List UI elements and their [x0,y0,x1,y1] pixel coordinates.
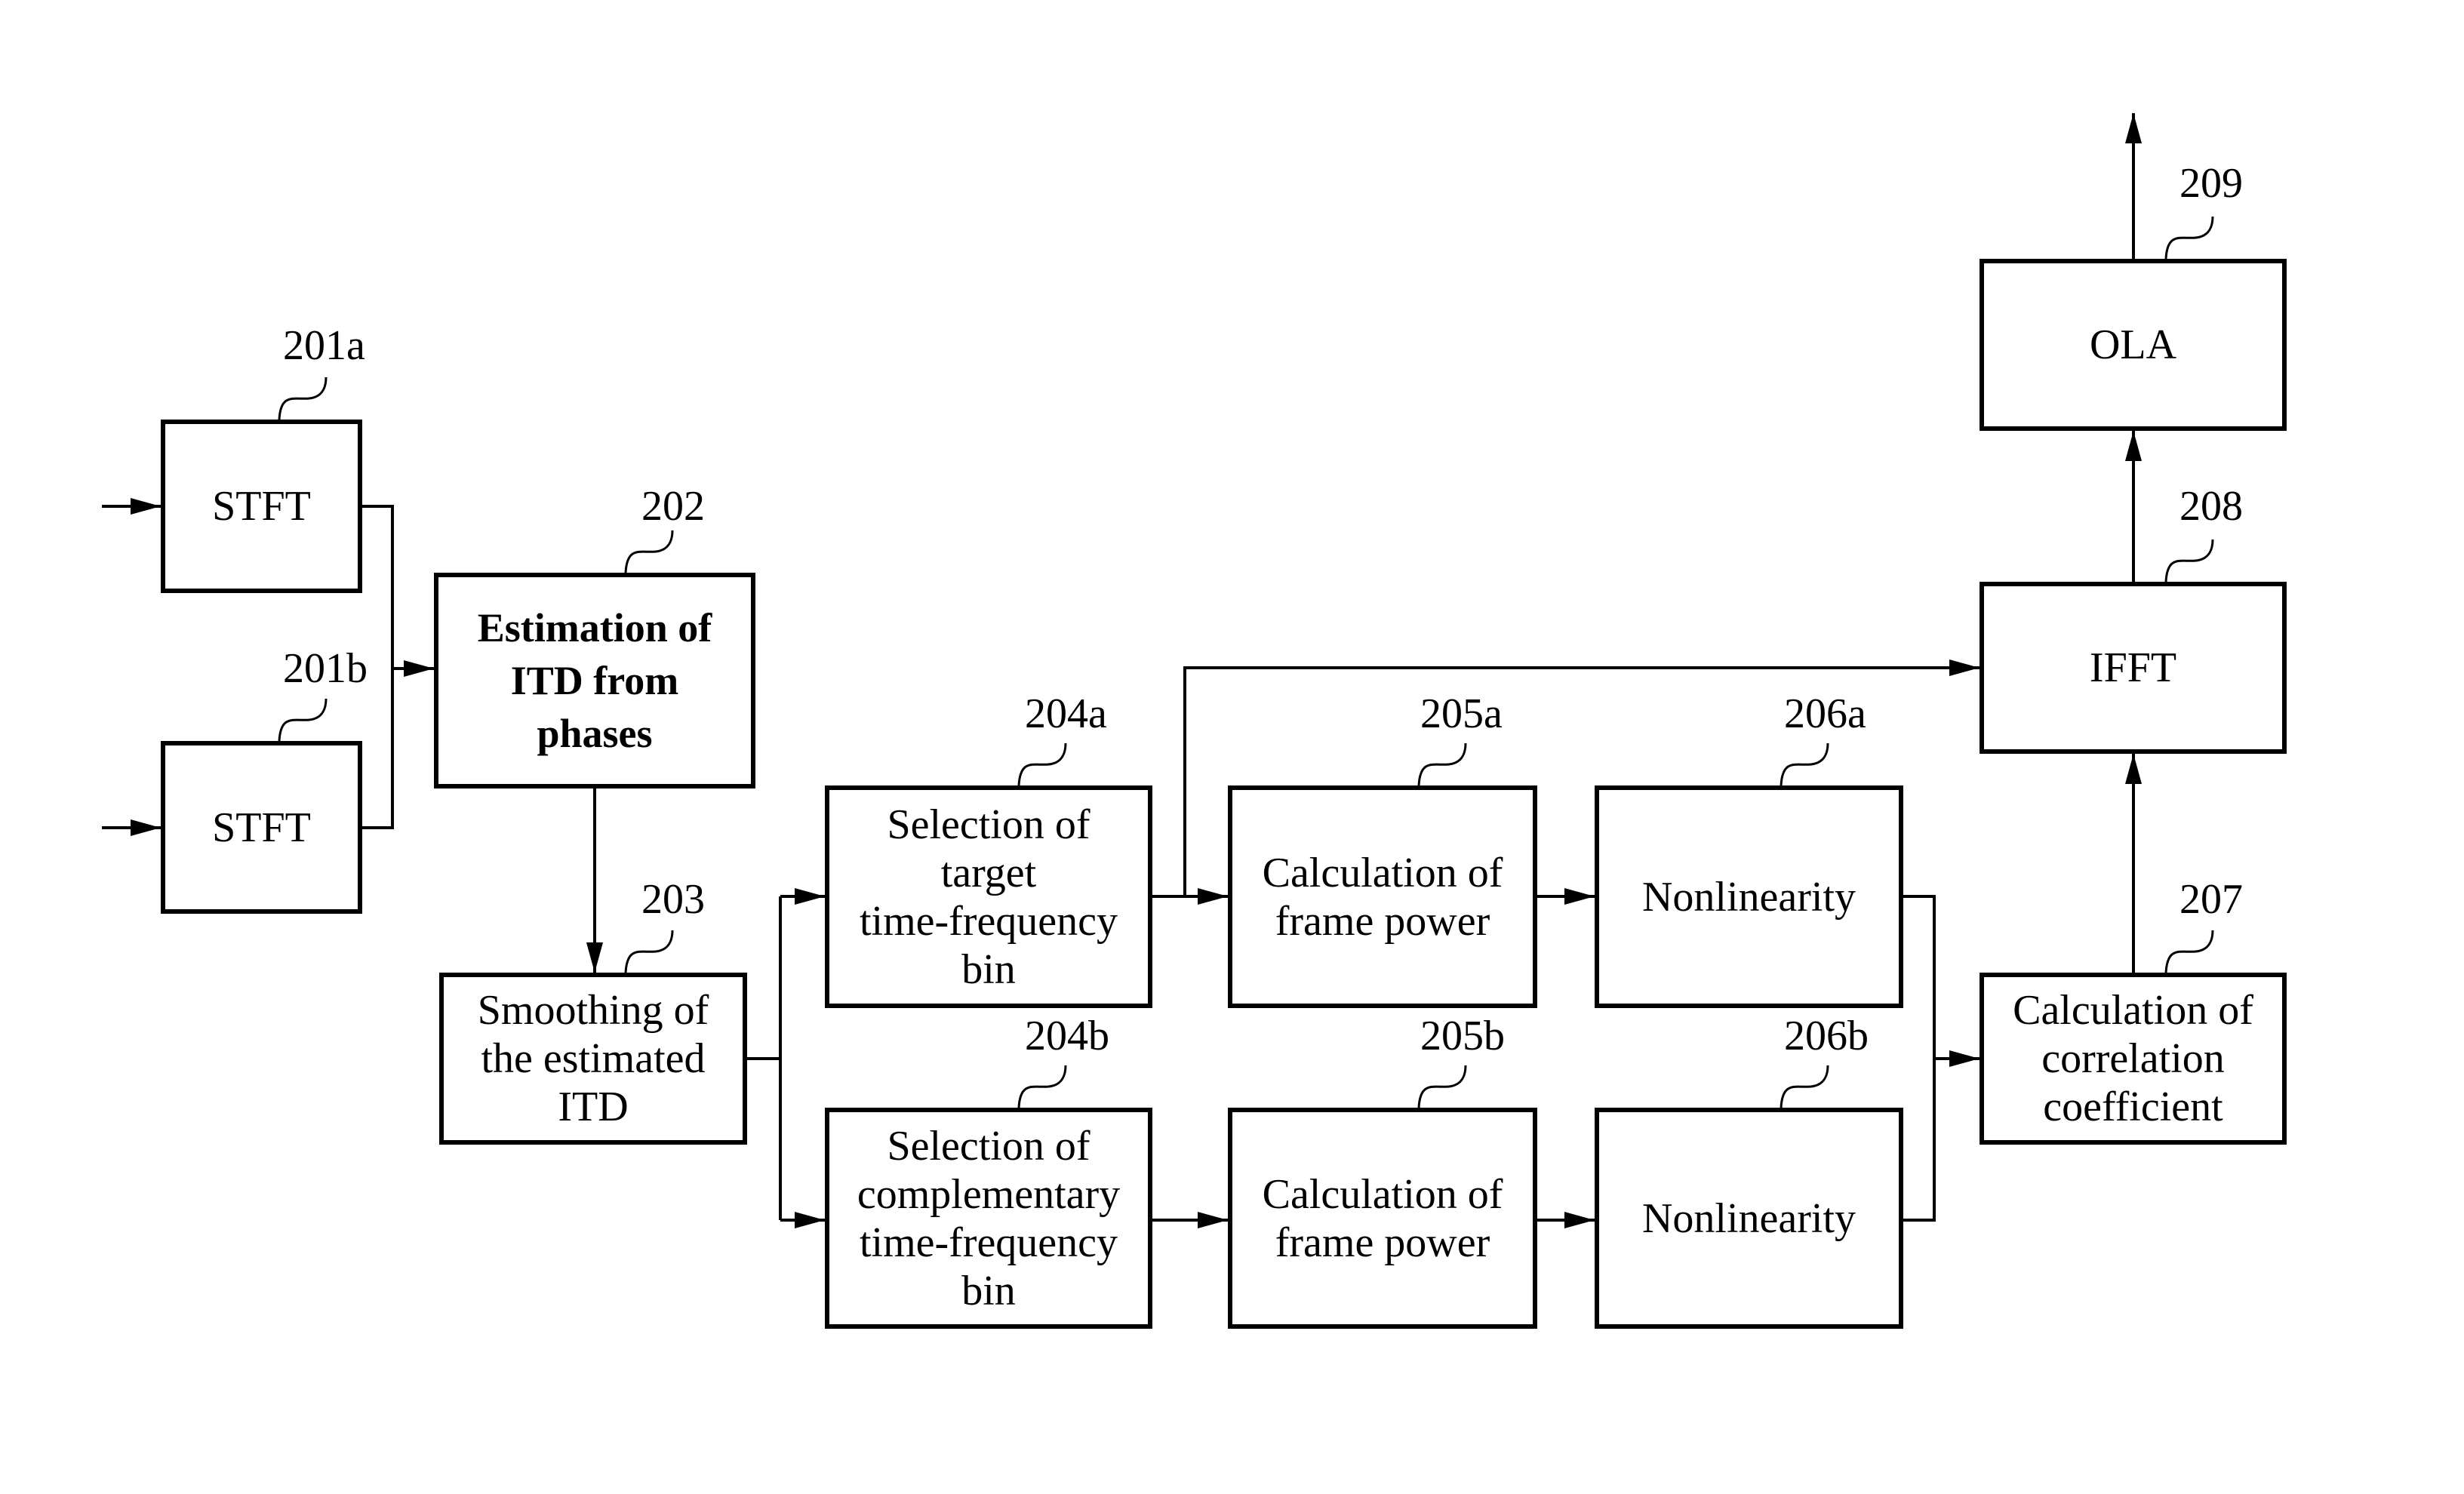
correlation-block: Calculation of correlation coefficient [1980,973,2287,1145]
ref-209: 209 [2179,160,2243,207]
ifft-label: IFFT [2089,644,2177,691]
itd-estimation-label: Estimation of ITD from phases [477,605,712,756]
ref-208: 208 [2179,483,2243,530]
leader-209 [2164,216,2214,260]
ref-201a: 201a [283,322,365,369]
ref-206b: 206b [1784,1013,1869,1059]
leader-206a [1780,742,1829,786]
leader-208 [2164,539,2214,583]
nonlinearity-merge-line [1903,895,1936,1222]
leader-206b [1780,1065,1829,1108]
ref-204a: 204a [1025,690,1107,737]
leader-201b [278,698,328,742]
ifft-block: IFFT [1980,582,2287,754]
leader-204b [1017,1065,1067,1108]
ref-206a: 206a [1784,690,1866,737]
leader-203 [624,930,674,973]
ref-201b: 201b [283,645,368,692]
leader-207 [2164,930,2214,973]
nonlinearity-a-label: Nonlinearity [1641,873,1856,921]
leader-201a [278,377,328,420]
ref-202: 202 [641,483,705,530]
itd-estimation-block: Estimation of ITD from phases [434,573,755,788]
select-target-block: Selection of target time-frequency bin [825,785,1152,1008]
select-complementary-block: Selection of complementary time-frequenc… [825,1108,1152,1329]
nonlinearity-block-b: Nonlinearity [1595,1108,1903,1329]
ref-207: 207 [2179,876,2243,923]
ref-204b: 204b [1025,1013,1109,1059]
nonlinearity-block-a: Nonlinearity [1595,785,1903,1008]
ola-block: OLA [1980,259,2287,431]
frame-power-block-a: Calculation of frame power [1228,785,1537,1008]
select-complementary-label: Selection of complementary time-frequenc… [857,1122,1121,1314]
ref-203: 203 [641,876,705,923]
leader-204a [1017,742,1067,786]
itd-smoothing-block: Smoothing of the estimated ITD [439,973,747,1145]
leader-205a [1417,742,1467,786]
leader-202 [624,530,674,573]
select-target-label: Selection of target time-frequency bin [859,801,1118,993]
ref-205a: 205a [1420,690,1503,737]
correlation-label: Calculation of correlation coefficient [2013,987,2253,1130]
frame-power-b-label: Calculation of frame power [1262,1170,1503,1266]
stft-block-a: STFT [161,420,362,593]
stft-block-b: STFT [161,741,362,914]
ola-label: OLA [2089,321,2177,368]
nonlinearity-b-label: Nonlinearity [1641,1194,1856,1242]
frame-power-a-label: Calculation of frame power [1262,849,1503,945]
itd-smoothing-label: Smoothing of the estimated ITD [477,987,709,1130]
leader-205b [1417,1065,1467,1108]
ref-205b: 205b [1420,1013,1505,1059]
frame-power-block-b: Calculation of frame power [1228,1108,1537,1329]
stft-block-b-label: STFT [212,804,311,851]
stft-block-a-label: STFT [212,483,311,530]
